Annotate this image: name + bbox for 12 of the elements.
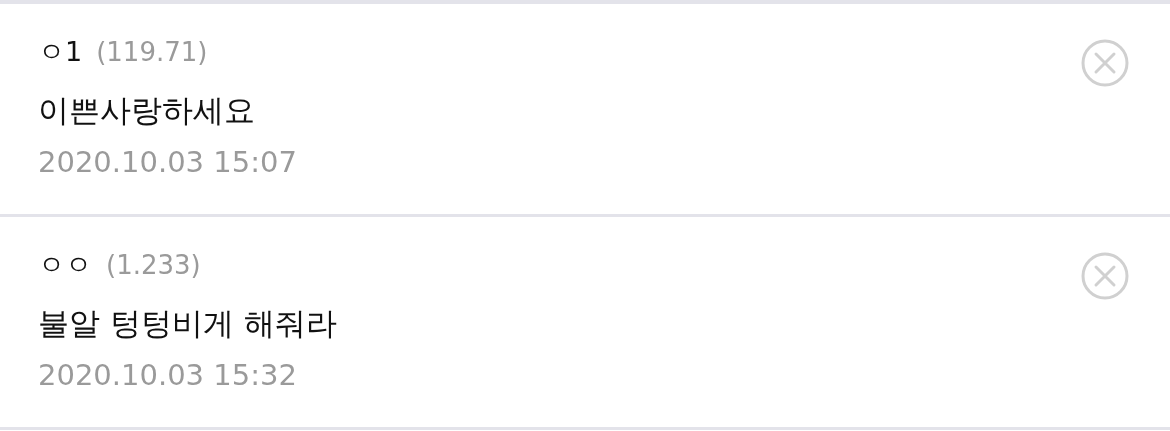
- close-icon: [1080, 251, 1130, 301]
- comment-date: 2020.10.03 15:07: [38, 144, 297, 181]
- author-name: ㅇㅇ: [38, 248, 92, 282]
- author-name: ㅇ1: [38, 35, 83, 69]
- close-icon: [1080, 38, 1130, 88]
- comment-text: 이쁜사랑하세요: [38, 90, 256, 130]
- author-score: (1.233): [106, 249, 201, 282]
- delete-button[interactable]: [1080, 38, 1130, 88]
- author-score: (119.71): [96, 36, 208, 69]
- delete-button[interactable]: [1080, 251, 1130, 301]
- comment-text: 불알 텅텅비게 해줘라: [38, 303, 337, 343]
- comment-date: 2020.10.03 15:32: [38, 357, 298, 394]
